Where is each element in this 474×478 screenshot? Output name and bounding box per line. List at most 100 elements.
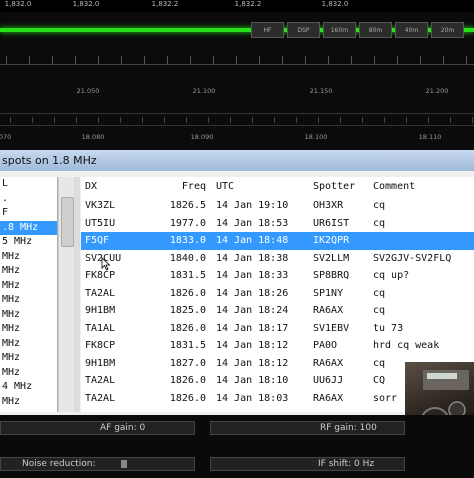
cell-utc: 14 Jan 18:53 (216, 217, 289, 229)
cell-freq: 1825.0 (169, 305, 206, 316)
table-row[interactable]: FK8CP 1831.5 14 Jan 18:12 PA0O hrd cq weak (81, 337, 474, 355)
cell-utc: 14 Jan 19:10 (216, 200, 289, 211)
splitter[interactable] (74, 177, 80, 412)
cell-comment: hrd cq weak (373, 340, 440, 351)
cell-utc: 14 Jan 18:17 (216, 322, 289, 334)
waterfall-tick (54, 117, 55, 123)
cell-dx: 9H1BM (85, 357, 116, 369)
band-list-item[interactable]: . (0, 192, 57, 207)
af-gain-label: AF gain: 0 (100, 423, 146, 433)
cell-freq: 1831.5 (169, 340, 206, 351)
band-list-item[interactable]: L (0, 177, 57, 192)
waterfall-tick (120, 117, 121, 123)
band-list[interactable]: L. F .8 MHz 5 MHz MHz MHz MHz MHz MHz MHz MHz MHz MH… (0, 177, 58, 412)
ruler-label: 21.150 (309, 87, 333, 95)
cell-utc: 14 Jan 18:26 (216, 287, 289, 299)
table-row[interactable]: TA2AL 1826.0 14 Jan 18:26 SP1NY cq (81, 285, 474, 303)
ruler-tick (259, 56, 260, 64)
waterfall-tick (252, 117, 253, 123)
column-header-utc[interactable]: UTC (216, 177, 234, 197)
cell-dx: F5QF (85, 235, 110, 246)
cell-spotter: RA6AX (313, 305, 344, 316)
band-list-item[interactable]: F (0, 206, 57, 221)
band-list-item[interactable]: 5 MHz (0, 235, 57, 250)
band-list-scrollbar[interactable] (58, 177, 74, 412)
band-list-item[interactable]: MHz (0, 250, 57, 265)
cell-dx: TA2AL (85, 375, 116, 386)
slider-knob[interactable] (121, 460, 127, 468)
table-row[interactable]: SV2CUU 1840.0 14 Jan 18:38 SV2LLM SV2GJV-SV2… (81, 250, 474, 268)
band-button[interactable]: 80m (359, 22, 392, 38)
band-list-item[interactable]: 4 MHz (0, 380, 57, 395)
cell-spotter: UU6JJ (313, 375, 344, 386)
band-list-item[interactable]: MHz (0, 395, 57, 410)
band-list-item[interactable]: MHz (0, 366, 57, 381)
cell-spotter: RA6AX (313, 392, 344, 404)
cell-comment: sorr (373, 392, 398, 404)
if-shift-label: IF shift: 0 Hz (318, 459, 375, 469)
table-row[interactable]: TA1AL 1826.0 14 Jan 18:17 SV1EBV tu 73 (81, 320, 474, 338)
waterfall-label: 18.110 (418, 133, 442, 141)
table-row[interactable]: F5QF 1833.0 14 Jan 18:48 IK2QPR (81, 232, 474, 250)
band-button[interactable]: HF (251, 22, 284, 38)
cell-dx: FK8CP (85, 340, 116, 351)
ruler-tick (52, 56, 53, 64)
table-row[interactable]: 9H1BM 1825.0 14 Jan 18:24 RA6AX cq (81, 302, 474, 320)
cell-dx: 9H1BM (85, 305, 116, 316)
band-list-item[interactable]: MHz (0, 322, 57, 337)
band-button[interactable]: DSP (287, 22, 320, 38)
cell-utc: 14 Jan 18:12 (216, 340, 289, 351)
waterfall-tick (472, 117, 473, 123)
column-header-dx[interactable]: DX (85, 177, 97, 197)
cell-comment: CQ (373, 375, 386, 386)
band-list-item[interactable]: MHz (0, 293, 57, 308)
column-header-comment[interactable]: Comment (373, 177, 415, 197)
waterfall-tick (296, 117, 297, 123)
af-gain-slider[interactable] (0, 421, 195, 435)
cell-freq: 1826.0 (169, 322, 206, 334)
band-button[interactable]: 160m (323, 22, 356, 38)
waterfall-tick (274, 117, 275, 123)
band-button[interactable]: 20m (431, 22, 464, 38)
column-header-freq[interactable]: Freq (154, 177, 206, 197)
band-list-item[interactable]: MHz (0, 279, 57, 294)
waterfall-tick (230, 117, 231, 123)
cell-comment: tu 73 (373, 322, 404, 334)
band-button[interactable]: 40m (395, 22, 428, 38)
window-title: spots on 1.8 MHz (0, 150, 474, 171)
ruler-tick (98, 56, 99, 64)
table-row[interactable]: VK3ZL 1826.5 14 Jan 19:10 OH3XR cq (81, 197, 474, 215)
band-list-item[interactable]: .8 MHz (0, 220, 57, 235)
cell-freq: 1831.5 (169, 270, 206, 281)
ruler-tick (328, 56, 329, 64)
if-shift-slider[interactable] (210, 457, 405, 471)
ruler-tick (351, 56, 352, 64)
band-list-item[interactable]: MHz (0, 264, 57, 279)
scrollbar-thumb[interactable] (61, 197, 74, 247)
top-scale-label: 1,832.2 (234, 0, 262, 8)
table-row[interactable]: UT5IU 1977.0 14 Jan 18:53 UR6IST cq (81, 215, 474, 233)
ruler-tick (466, 56, 467, 64)
column-header-spotter[interactable]: Spotter (313, 177, 355, 197)
band-list-item[interactable]: MHz (0, 351, 57, 366)
table-header: DX Freq UTC Spotter Comment (81, 177, 474, 197)
table-row[interactable]: FK8CP 1831.5 14 Jan 18:33 SP8BRQ cq up? (81, 267, 474, 285)
band-button-row: HF DSP 160m 80m 40m 20m (251, 22, 464, 38)
cell-freq: 1840.0 (169, 252, 206, 264)
cell-comment: cq (373, 200, 386, 211)
cell-dx: VK3ZL (85, 200, 116, 211)
waterfall-ruler (0, 113, 474, 114)
band-list-item[interactable]: MHz (0, 337, 57, 352)
band-list-item[interactable]: MHz (0, 308, 57, 323)
cell-comment: cq up? (373, 270, 410, 281)
waterfall-tick (208, 117, 209, 123)
ruler-tick (6, 56, 7, 64)
cell-utc: 14 Jan 18:12 (216, 357, 289, 369)
waterfall-tick (98, 117, 99, 123)
cell-freq: 1826.0 (169, 375, 206, 386)
rf-gain-label: RF gain: 100 (320, 423, 377, 433)
cell-comment: cq (373, 305, 386, 316)
ruler-tick (374, 56, 375, 64)
cell-dx: FK8CP (85, 270, 116, 281)
waterfall-tick (450, 117, 451, 123)
